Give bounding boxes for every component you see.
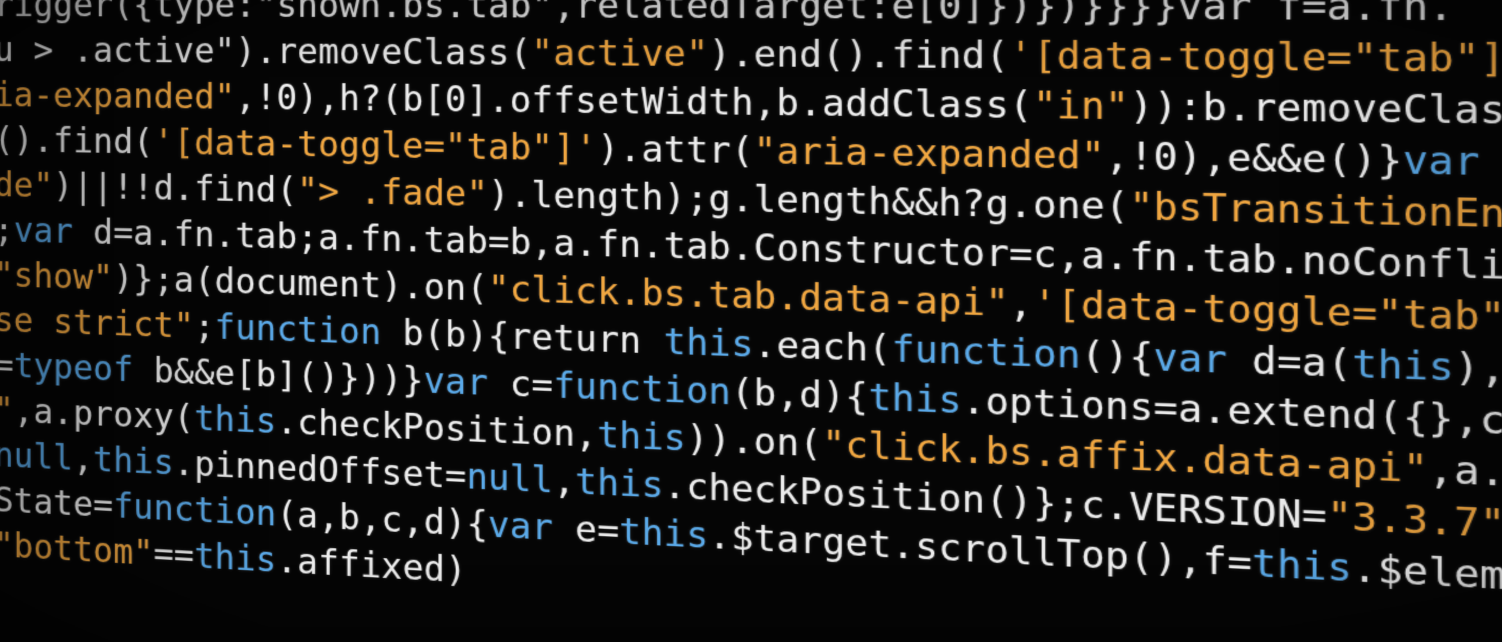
code-token: ().find(	[0, 120, 154, 162]
code-token: b&&e[b]()}))}	[153, 350, 424, 401]
code-token: var	[1153, 335, 1252, 383]
code-token: ,!0),e&&e()}	[1104, 134, 1403, 183]
code-token: var	[488, 504, 576, 550]
code-token: function	[113, 485, 277, 534]
code-token: ,	[1008, 281, 1033, 326]
code-token: this	[868, 375, 962, 422]
code-editor-text: rigger({type:"shown.bs.tab",relatedTarge…	[0, 0, 1502, 642]
code-token: this	[1251, 541, 1353, 591]
code-token: (b,d){	[730, 370, 869, 419]
code-token: State=	[0, 480, 114, 526]
code-token: b(b){	[402, 312, 510, 357]
code-token: )};a(document).on(	[113, 258, 489, 309]
code-token: .$element	[1352, 546, 1502, 603]
code-token: "in"	[1032, 83, 1130, 129]
code-token: ,	[73, 438, 94, 479]
code-token: this	[194, 397, 277, 442]
code-token: null	[466, 455, 554, 501]
code-token: var	[13, 210, 94, 252]
code-token: d=a(	[1251, 338, 1353, 387]
code-token: ia-expanded"	[0, 75, 236, 117]
code-token: "bsTransitionEnd"	[1129, 184, 1502, 238]
code-token: this	[597, 413, 686, 460]
code-token: this	[575, 460, 664, 507]
code-token: ,	[553, 459, 576, 502]
code-token: this	[194, 535, 277, 581]
code-token: "aria-expanded"	[753, 129, 1105, 178]
code-token: e=	[575, 508, 620, 552]
code-token: "	[0, 390, 14, 430]
code-token: var	[1402, 138, 1502, 185]
code-token: =	[0, 345, 14, 385]
code-token: this	[1352, 341, 1454, 390]
code-token: ;	[194, 306, 215, 347]
code-token: )).on(	[685, 417, 823, 466]
code-token: ;	[0, 210, 14, 250]
code-token: "> .fade"	[297, 170, 489, 215]
code-token: this	[619, 510, 709, 557]
code-token: u > .active").removeClass(	[0, 30, 532, 74]
code-token: return	[509, 315, 664, 363]
code-token: ).end().find(	[708, 32, 1009, 78]
code-token: de"	[0, 165, 54, 206]
code-token: c=	[509, 363, 554, 406]
code-token: ,!0),h?(b[0].offsetWidth,b.addClass(	[235, 77, 1033, 127]
code-token: )):b.removeClass(	[1129, 84, 1502, 134]
code-token: null	[0, 435, 74, 478]
code-token: '[data-toggle="tab"]'	[153, 122, 598, 170]
code-token: "bottom"	[0, 525, 154, 574]
code-token: (a,b,c,d){	[276, 493, 489, 545]
code-token: .affixed)	[276, 539, 467, 591]
code-token: this	[93, 439, 174, 483]
code-token: se strict"	[0, 300, 195, 346]
code-token: var	[423, 360, 510, 405]
code-photo: rigger({type:"shown.bs.tab",relatedTarge…	[0, 0, 1502, 642]
code-token: ,a.proxy(	[1428, 446, 1502, 502]
code-token: (){	[1080, 333, 1154, 380]
code-token: ,a.proxy(	[13, 390, 195, 438]
code-token: this	[663, 320, 754, 366]
code-token: rigger({type:"shown.bs.tab",relatedTarge…	[0, 0, 1454, 30]
code-token: function	[891, 327, 1081, 377]
code-token: ),e=d.data(	[1453, 344, 1502, 400]
code-token: function	[553, 364, 731, 413]
code-token: function	[214, 306, 403, 354]
code-token: "show"	[0, 255, 114, 298]
code-token: .each(	[753, 323, 892, 371]
code-token: "active"	[531, 32, 709, 75]
code-token: '[data-toggle="tab"]'	[1008, 34, 1502, 82]
code-token: "3.3.7"	[1326, 493, 1502, 547]
code-token: )||!!d.find(	[53, 166, 298, 211]
code-token: typeof	[13, 345, 154, 391]
code-token: ==	[153, 533, 195, 576]
code-token: ).attr(	[597, 127, 754, 172]
